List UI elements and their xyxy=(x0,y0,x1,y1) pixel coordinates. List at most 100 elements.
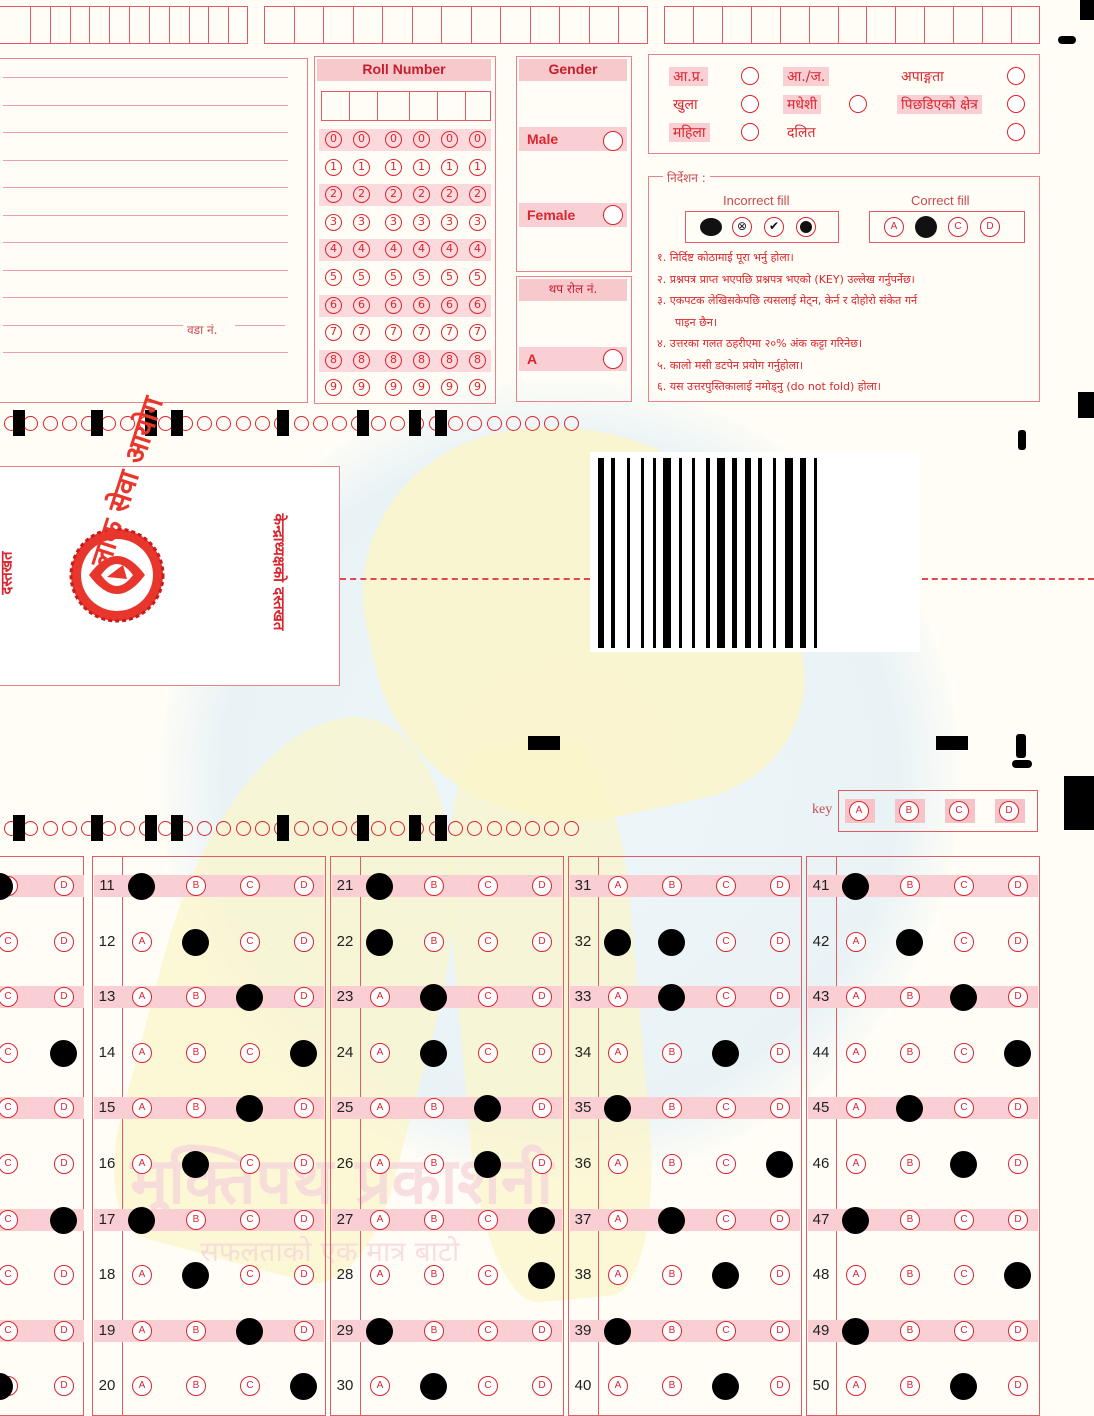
roll-digit-bubble[interactable]: 1 xyxy=(385,158,402,176)
filled-answer-bubble[interactable] xyxy=(128,1206,155,1234)
roll-digit-bubble[interactable]: 3 xyxy=(353,213,370,231)
answer-option-a[interactable]: A xyxy=(608,876,628,896)
roll-digit-bubble[interactable]: 9 xyxy=(469,379,486,397)
answer-option-d[interactable]: D xyxy=(1008,1154,1028,1174)
roll-digit-bubble[interactable]: 8 xyxy=(413,351,430,369)
roll-digit-bubble[interactable]: 5 xyxy=(413,269,430,286)
filled-answer-bubble[interactable] xyxy=(474,1151,501,1178)
answer-option-d[interactable]: D xyxy=(1008,931,1028,952)
answer-option-b[interactable]: B xyxy=(424,876,444,896)
key-option-b[interactable]: B xyxy=(899,801,919,821)
filled-answer-bubble[interactable] xyxy=(604,1317,631,1345)
answer-option-a[interactable]: A xyxy=(132,1042,152,1063)
filled-answer-bubble[interactable] xyxy=(896,928,923,956)
filled-answer-bubble[interactable] xyxy=(712,1262,739,1290)
info-line[interactable] xyxy=(235,324,285,326)
answer-option-d[interactable]: D xyxy=(770,1320,790,1341)
roll-digit-bubble[interactable]: 9 xyxy=(441,379,458,397)
answer-option-d[interactable]: D xyxy=(54,1154,74,1174)
answer-option-c[interactable]: C xyxy=(240,931,260,952)
answer-option-c[interactable]: C xyxy=(240,1209,260,1230)
roll-digit-bubble[interactable]: 3 xyxy=(469,213,486,231)
filled-answer-bubble[interactable] xyxy=(366,928,393,956)
answer-option-c[interactable]: C xyxy=(716,1209,736,1230)
roll-digit-bubble[interactable]: 0 xyxy=(353,131,370,148)
info-line[interactable] xyxy=(3,297,288,298)
filled-answer-bubble[interactable] xyxy=(366,1317,393,1345)
answer-option-a[interactable]: A xyxy=(608,1209,628,1230)
roll-digit-bubble[interactable]: 1 xyxy=(441,158,458,176)
answer-option-b[interactable]: B xyxy=(900,1042,920,1063)
roll-digit-bubble[interactable]: 7 xyxy=(353,324,370,342)
filled-answer-bubble[interactable] xyxy=(528,1262,555,1290)
answer-option-d[interactable]: D xyxy=(294,1320,314,1341)
answer-option-d[interactable]: D xyxy=(532,1042,552,1063)
roll-digit-bubble[interactable]: 6 xyxy=(441,296,458,314)
answer-option-c[interactable]: C xyxy=(716,1154,736,1174)
answer-option-a[interactable]: A xyxy=(132,931,152,952)
roll-digit-bubble[interactable]: 7 xyxy=(413,324,430,342)
answer-option-b[interactable]: B xyxy=(186,1320,206,1341)
filled-answer-bubble[interactable] xyxy=(420,1039,447,1067)
answer-option-d[interactable]: D xyxy=(294,876,314,896)
roll-digit-bubble[interactable]: 9 xyxy=(325,379,342,397)
roll-digit-bubble[interactable]: 9 xyxy=(385,379,402,397)
answer-option-a[interactable]: A xyxy=(846,931,866,952)
roll-digit-bubble[interactable]: 8 xyxy=(441,351,458,369)
roll-digit-bubble[interactable]: 7 xyxy=(385,324,402,342)
category-bubble[interactable] xyxy=(741,95,759,113)
filled-answer-bubble[interactable] xyxy=(1004,1039,1031,1067)
answer-option-d[interactable]: D xyxy=(1008,876,1028,896)
answer-option-b[interactable]: B xyxy=(424,931,444,952)
answer-option-b[interactable]: B xyxy=(186,876,206,896)
answer-option-d[interactable]: D xyxy=(54,931,74,952)
roll-digit-bubble[interactable]: 6 xyxy=(413,296,430,314)
info-line[interactable] xyxy=(3,104,288,106)
info-line[interactable] xyxy=(3,352,288,353)
answer-option-a[interactable]: A xyxy=(608,1042,628,1063)
answer-option-d[interactable]: D xyxy=(770,1209,790,1230)
roll-digit-bubble[interactable]: 6 xyxy=(385,296,402,314)
filled-answer-bubble[interactable] xyxy=(366,873,393,900)
answer-option-d[interactable]: D xyxy=(294,931,314,952)
roll-digit-bubble[interactable]: 8 xyxy=(353,351,370,369)
roll-digit-bubble[interactable]: 7 xyxy=(325,324,342,342)
answer-option-a[interactable]: A xyxy=(846,1154,866,1174)
roll-digit-bubble[interactable]: 5 xyxy=(441,269,458,286)
info-line[interactable] xyxy=(3,159,288,161)
answer-option-d[interactable]: D xyxy=(770,876,790,896)
filled-answer-bubble[interactable] xyxy=(182,1262,209,1290)
answer-option-b[interactable]: B xyxy=(662,1320,682,1341)
roll-digit-bubble[interactable]: 5 xyxy=(469,269,486,286)
answer-option-b[interactable]: B xyxy=(900,1320,920,1341)
roll-digit-bubble[interactable]: 9 xyxy=(413,379,430,397)
roll-digit-bubble[interactable]: 1 xyxy=(469,158,486,176)
answer-option-b[interactable]: B xyxy=(424,1209,444,1230)
answer-option-c[interactable]: C xyxy=(478,876,498,896)
answer-option-c[interactable]: C xyxy=(478,1209,498,1230)
filled-answer-bubble[interactable] xyxy=(290,1039,317,1067)
key-option-d[interactable]: D xyxy=(999,801,1019,821)
answer-option-a[interactable]: A xyxy=(132,1154,152,1174)
gender-male-bubble[interactable] xyxy=(603,131,623,151)
info-line[interactable] xyxy=(3,187,288,188)
roll-digit-bubble[interactable]: 3 xyxy=(413,213,430,231)
answer-option-b[interactable]: B xyxy=(424,1320,444,1341)
answer-option-c[interactable]: C xyxy=(478,931,498,952)
roll-digit-bubble[interactable]: 7 xyxy=(441,324,458,342)
answer-option-b[interactable]: B xyxy=(900,1154,920,1174)
filled-answer-bubble[interactable] xyxy=(420,984,447,1012)
info-line[interactable] xyxy=(3,132,288,133)
answer-option-a[interactable]: A xyxy=(370,1042,390,1063)
roll-digit-bubble[interactable]: 8 xyxy=(469,351,486,369)
answer-option-b[interactable]: B xyxy=(186,1042,206,1063)
answer-option-d[interactable]: D xyxy=(1008,1320,1028,1341)
answer-option-d[interactable]: D xyxy=(532,1154,552,1174)
roll-digit-bubble[interactable]: 1 xyxy=(325,158,342,176)
roll-digit-bubble[interactable]: 0 xyxy=(413,131,430,148)
roll-digit-bubble[interactable]: 3 xyxy=(325,213,342,231)
answer-option-d[interactable]: D xyxy=(770,931,790,952)
category-bubble[interactable] xyxy=(1007,123,1025,141)
roll-digit-bubble[interactable]: 0 xyxy=(441,131,458,148)
extra-option-bubble[interactable] xyxy=(603,349,623,369)
